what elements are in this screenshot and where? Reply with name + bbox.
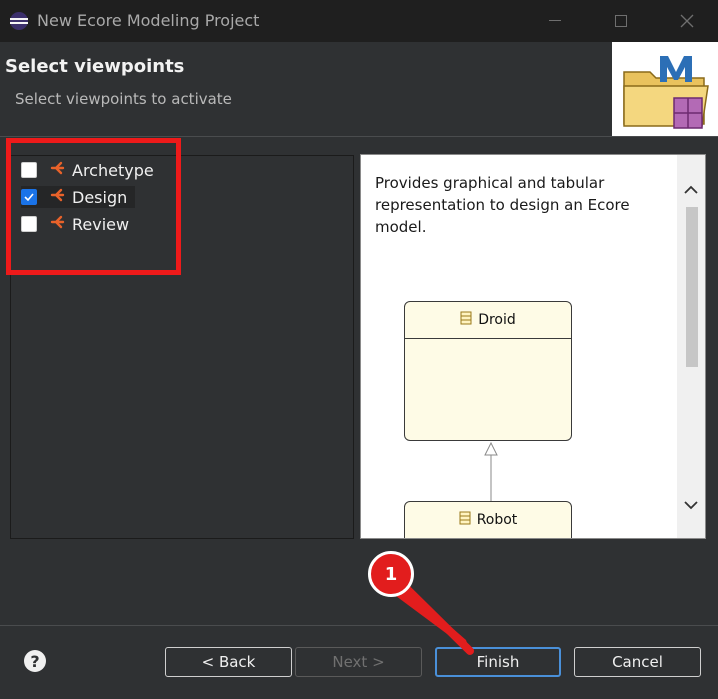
- annotation-arrow: [396, 582, 474, 655]
- step-badge: 1: [368, 551, 414, 597]
